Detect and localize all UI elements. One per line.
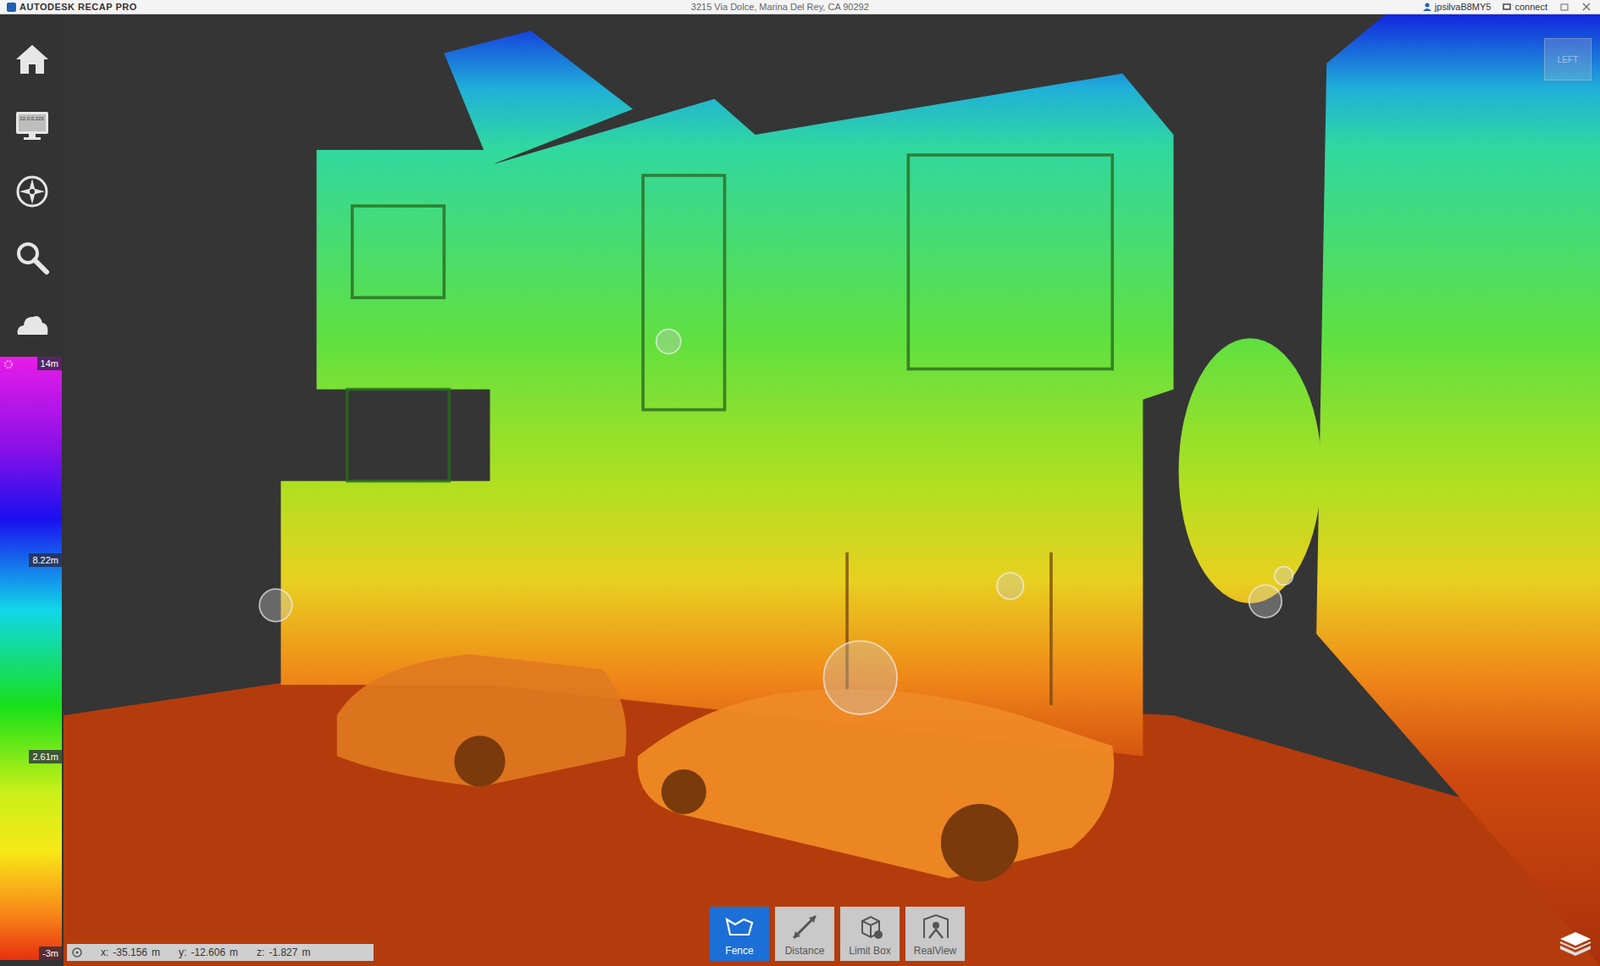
coordinate-label: y: (178, 946, 187, 958)
fence-icon[interactable] (723, 912, 756, 942)
main-area: 22.0.0.22314m8.22m2.61m-3mLEFTx:-35.156m… (0, 14, 1600, 966)
sidebar-item[interactable] (0, 290, 64, 357)
ground (63, 674, 1600, 966)
facade-details (347, 155, 1113, 705)
project-name: 3215 Via Dolce, Marina Del Rey, CA 90292 (147, 1, 1413, 12)
elevation-legend: 14m 8.22m 2.61m -3m (0, 356, 62, 960)
legend-label[interactable]: 2.61m (28, 749, 62, 764)
scan-location-marker[interactable] (996, 572, 1024, 599)
tool-button[interactable]: Distance (775, 906, 835, 961)
scan-location-marker[interactable] (1249, 584, 1283, 617)
user-menu[interactable]: jpsilvaB8MY5 (1422, 1, 1492, 12)
point-cloud-scene[interactable] (63, 14, 1600, 966)
search-icon[interactable] (14, 239, 50, 276)
window-controls-icon[interactable] (1559, 2, 1594, 12)
gear-icon[interactable] (3, 359, 14, 370)
home-icon[interactable] (14, 41, 50, 78)
tool-label[interactable]: Fence (725, 944, 753, 957)
monitor-icon[interactable] (14, 107, 50, 144)
title-bar: AUTODESK RECAP PRO 3215 Via Dolce, Marina… (0, 0, 1600, 15)
layers-icon[interactable] (1557, 926, 1594, 958)
realview-icon[interactable] (919, 912, 952, 942)
sidebar-item[interactable] (0, 158, 64, 225)
left-sidebar: 22.0.0.223 14m 8.22m 2.61m -3m (0, 14, 64, 966)
coordinate-value: -35.156 (112, 946, 148, 958)
recap-logo-icon (6, 2, 17, 12)
coordinate-unit: m (151, 946, 161, 958)
coordinate-value: -12.606 (190, 946, 226, 958)
user-name[interactable]: jpsilvaB8MY5 (1434, 1, 1492, 12)
scan-location-marker[interactable] (823, 640, 897, 715)
tool-button[interactable]: Limit Box (840, 906, 900, 961)
coordinate-label: x: (100, 946, 109, 958)
buildings (281, 14, 1600, 966)
cars (337, 653, 1114, 881)
legend-label[interactable]: -3m (38, 946, 62, 960)
crosshair-icon (71, 946, 83, 958)
sidebar-item[interactable] (0, 224, 64, 291)
coordinate-unit: m (229, 946, 239, 958)
connect-label[interactable]: connect (1514, 1, 1548, 12)
connect-icon (1502, 2, 1512, 12)
sidebar-icons: 22.0.0.223 (0, 14, 64, 357)
tool-button[interactable]: RealView (905, 906, 965, 961)
limit-box-icon[interactable] (853, 912, 886, 942)
connect-menu[interactable]: connect (1502, 1, 1548, 12)
coordinate-label: z: (256, 946, 265, 958)
coordinate: x:-35.156m (100, 946, 161, 958)
user-icon (1422, 2, 1432, 12)
title-right: jpsilvaB8MY5 connect (1422, 1, 1594, 12)
coordinate-value: -1.827 (268, 946, 298, 958)
coordinate-unit: m (301, 946, 311, 958)
elevation-gradient (0, 356, 62, 960)
compass-icon[interactable] (14, 173, 50, 210)
display-badge: 22.0.0.223 (0, 116, 64, 122)
view-cube[interactable]: LEFT (1544, 38, 1592, 81)
app-brand: AUTODESK RECAP PRO (6, 1, 138, 12)
coordinate: z:-1.827m (256, 946, 311, 958)
cursor-coordinates: x:-35.156my:-12.606mz:-1.827m (66, 943, 374, 961)
tool-button[interactable]: Fence (709, 906, 770, 961)
legend-label[interactable]: 14m (37, 356, 62, 371)
scan-location-marker[interactable] (656, 329, 681, 355)
sidebar-item[interactable] (0, 26, 64, 93)
app-title: AUTODESK RECAP PRO (19, 1, 138, 12)
tool-label[interactable]: RealView (913, 944, 957, 957)
view-cube-label[interactable]: LEFT (1557, 55, 1578, 65)
coordinate: y:-12.606m (178, 946, 239, 958)
distance-icon[interactable] (788, 912, 821, 942)
legend-label[interactable]: 8.22m (28, 553, 62, 567)
measure-toolbar: Fence Distance Limit Box RealView (709, 906, 965, 961)
point-cloud-viewport[interactable]: LEFTx:-35.156my:-12.606mz:-1.827mFenceDi… (63, 14, 1600, 966)
tool-label[interactable]: Distance (785, 944, 825, 957)
scan-location-marker[interactable] (259, 588, 293, 621)
sidebar-item[interactable]: 22.0.0.223 (0, 92, 64, 159)
cloud-icon[interactable] (14, 305, 50, 342)
tool-label[interactable]: Limit Box (848, 944, 891, 957)
scan-location-marker[interactable] (1274, 566, 1294, 586)
